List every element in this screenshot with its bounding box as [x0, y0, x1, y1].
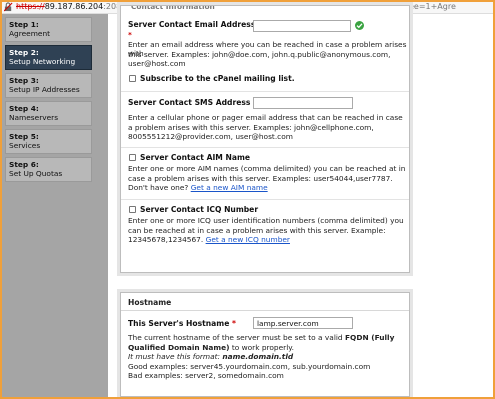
divider	[121, 147, 409, 148]
step-agreement[interactable]: Step 1: Agreement	[5, 17, 92, 42]
icq-label: Server Contact ICQ Number	[140, 205, 259, 214]
wizard-steps: Step 1: Agreement Step 2: Setup Networki…	[5, 17, 92, 185]
icq-checkbox[interactable]	[129, 206, 136, 213]
valid-check-icon	[355, 21, 364, 30]
browser-window: https://89.187.86.204:2087/cpsess3197286…	[0, 0, 495, 399]
sms-label: Server Contact SMS Address	[128, 98, 251, 107]
broken-lock-icon	[4, 2, 13, 12]
divider	[121, 199, 409, 200]
hostname-input[interactable]	[253, 317, 353, 329]
step-services[interactable]: Step 5: Services	[5, 129, 92, 154]
aim-label: Server Contact AIM Name	[140, 153, 251, 162]
divider	[121, 310, 409, 311]
mailing-list-checkbox[interactable]	[129, 75, 136, 82]
get-aim-link[interactable]: Get a new AIM name	[191, 183, 268, 192]
step-setup-networking[interactable]: Step 2: Setup Networking	[5, 45, 92, 70]
get-icq-link[interactable]: Get a new ICQ number	[206, 235, 290, 244]
divider	[121, 91, 409, 92]
email-input[interactable]	[253, 20, 351, 32]
aim-checkbox[interactable]	[129, 154, 136, 161]
contact-information-panel: Contact Information Server Contact Email…	[120, 5, 410, 273]
step-setup-ip-addresses[interactable]: Step 3: Setup IP Addresses	[5, 73, 92, 98]
sms-input[interactable]	[253, 97, 353, 109]
step-set-up-quotas[interactable]: Step 6: Set Up Quotas	[5, 157, 92, 182]
panel-title: Hostname	[128, 298, 172, 307]
hostname-panel: Hostname This Server's Hostname * The cu…	[120, 292, 410, 397]
email-label: Server Contact Email Address	[128, 20, 256, 29]
step-nameservers[interactable]: Step 4: Nameservers	[5, 101, 92, 126]
hostname-label: This Server's Hostname *	[128, 319, 237, 328]
mailing-list-label: Subscribe to the cPanel mailing list.	[140, 74, 295, 83]
panel-title-clipped: Contact Information	[131, 6, 215, 11]
required-marker: *	[128, 30, 132, 39]
